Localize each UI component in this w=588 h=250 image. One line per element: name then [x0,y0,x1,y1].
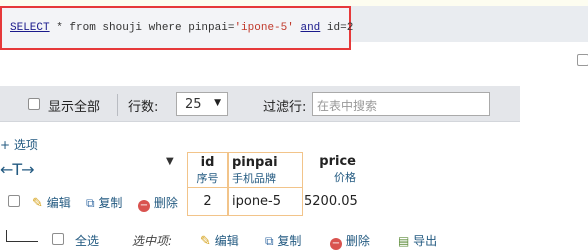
row-select-checkbox[interactable] [8,195,20,207]
row-edit-label: 编辑 [46,196,71,210]
row-delete-button[interactable]: − 删除 [138,194,178,212]
toolbar-divider [117,94,118,116]
bulk-export-label: 导出 [413,234,438,248]
bulk-copy-label: 复制 [277,234,302,248]
table-navigation-toolbar: 显示全部 行数: 25 ▼ 过滤行: 在表中搜索 [0,86,520,122]
pencil-icon: ✎ [32,196,43,211]
column-name: id [200,155,215,170]
delete-icon: − [330,238,342,250]
select-all-checkbox[interactable] [52,233,64,245]
row-copy-label: 复制 [98,196,123,210]
copy-icon: ⧉ [86,196,95,210]
sql-text-end: id=2 [320,22,354,34]
column-header-pinpai[interactable]: pinpai 手机品牌 [228,152,303,188]
export-icon: ▤ [398,234,410,248]
cell-id[interactable]: 2 [187,188,228,216]
bulk-delete-label: 删除 [345,234,370,248]
sql-keyword-select[interactable]: SELECT [10,22,50,34]
sql-keyword-and[interactable]: and [300,22,320,34]
row-delete-label: 删除 [153,196,178,210]
bulk-edit-label: 编辑 [214,234,239,248]
column-header-id[interactable]: id 序号 [187,152,228,188]
column-comment: 价格 [334,171,356,184]
sql-text: * from shouji where pinpai= [49,22,235,34]
column-dropdown-icon[interactable]: ▼ [166,156,174,167]
bulk-edit-button[interactable]: ✎ 编辑 [200,232,239,249]
bulk-copy-button[interactable]: ⧉ 复制 [265,232,301,249]
column-comment: 手机品牌 [232,172,276,185]
bulk-delete-button[interactable]: − 删除 [330,232,370,250]
bulk-select-arrow-icon [6,230,38,242]
filter-rows-label: 过滤行: [263,100,307,115]
rows-label: 行数: [128,100,159,115]
bulk-export-button[interactable]: ▤ 导出 [398,232,437,249]
copy-icon: ⧉ [265,234,274,248]
column-name: price [319,154,356,169]
cell-price[interactable]: 5200.05 [304,188,360,216]
show-all-checkbox[interactable] [28,98,40,110]
column-name: pinpai [232,155,278,170]
show-all-label[interactable]: 显示全部 [48,96,100,115]
pencil-icon: ✎ [200,234,211,249]
delete-icon: − [138,200,150,212]
select-all-label[interactable]: 全选 [75,232,99,249]
rows-per-page-select[interactable]: 25 ▼ [176,92,228,116]
sql-query-box: SELECT * from shouji where pinpai='ipone… [0,6,354,50]
cell-pinpai[interactable]: ipone-5 [228,188,303,216]
table-row: ✎ 编辑 ⧉ 复制 − 删除 2 ipone-5 5200.05 [0,188,360,216]
rows-per-page-value: 25 [185,97,202,112]
sql-string-value: 'ipone-5' [234,22,294,34]
chevron-down-icon: ▼ [214,98,221,108]
options-link[interactable]: + 选项 [0,136,38,153]
row-edit-button[interactable]: ✎ 编辑 [32,194,71,211]
right-edge-checkbox[interactable] [577,54,588,66]
filter-rows-input[interactable]: 在表中搜索 [312,92,490,116]
column-comment: 序号 [196,172,219,185]
sort-arrows-icon[interactable]: ←T→ [0,160,35,179]
with-selected-label: 选中项: [132,234,173,248]
column-header-price[interactable]: price 价格 [304,152,360,188]
row-copy-button[interactable]: ⧉ 复制 [86,194,122,211]
